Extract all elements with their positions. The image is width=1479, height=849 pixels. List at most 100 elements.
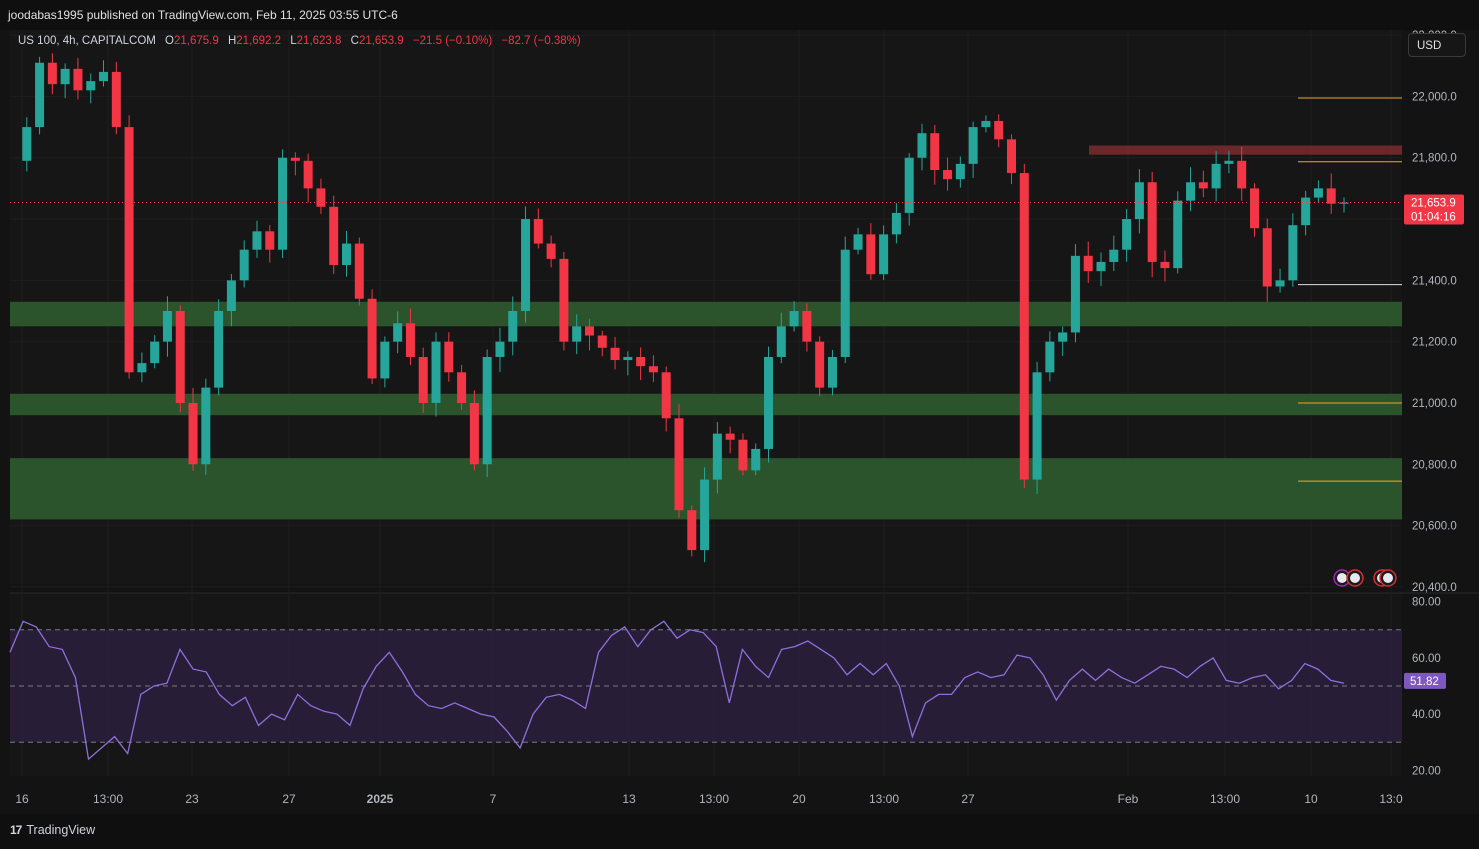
candle-body [60, 68, 70, 85]
rsi-axis-label: 40.00 [1412, 709, 1441, 721]
tradingview-brand[interactable]: 17 TradingView [10, 823, 95, 837]
candle-body [444, 341, 454, 373]
time-axis-label: 10 [1304, 792, 1318, 806]
candle-body [162, 311, 172, 342]
candle-body [226, 280, 236, 311]
time-axis-label: Feb [1118, 792, 1139, 806]
candle-body [712, 433, 722, 480]
price-axis-label: 22,000.0 [1412, 91, 1457, 103]
candle-body [751, 448, 761, 471]
event-flag-icon [1337, 573, 1347, 583]
candle-body [214, 311, 224, 388]
time-axis-label: 20 [792, 792, 806, 806]
candle-body [802, 311, 812, 342]
candle-body [1134, 182, 1144, 220]
candle-body [584, 326, 594, 336]
event-flag-icon [1383, 573, 1393, 583]
candle-body [968, 127, 978, 164]
candle-body [35, 62, 45, 128]
candle-body [840, 249, 850, 357]
low-value: 21,623.8 [296, 35, 342, 47]
candle-body [879, 234, 889, 275]
candle-body [1019, 173, 1029, 480]
candle-body [1096, 261, 1106, 272]
candle-body [636, 356, 646, 367]
candle-body [930, 133, 940, 170]
candle-body [661, 372, 671, 419]
price-axis-label: 20,400.0 [1412, 582, 1457, 594]
candle-body [1186, 182, 1196, 201]
candle-body [994, 120, 1004, 140]
candle-body [1045, 341, 1055, 373]
candle-body [1173, 200, 1183, 269]
candle-body [674, 418, 684, 511]
candle-body [1211, 163, 1221, 189]
time-axis-label: 16 [15, 792, 29, 806]
high-value: 21,692.2 [236, 35, 282, 47]
candle-body [1032, 372, 1042, 480]
candle-body [1109, 249, 1119, 262]
rsi-axis-label: 20.00 [1412, 765, 1441, 777]
candle-body [47, 62, 57, 85]
candle-body [418, 356, 428, 403]
time-axis-label: 13:0 [1379, 792, 1403, 806]
time-axis-label: 7 [490, 792, 497, 806]
candle-body [1058, 332, 1068, 342]
candle-body [482, 356, 492, 465]
change-value-2: −82.7 (−0.38%) [501, 35, 581, 47]
chart-area[interactable]: 20,400.0 20,600.0 20,800.0 21,000.0 21,200.0… [0, 30, 1479, 814]
candle-body [86, 81, 96, 91]
candle-body [252, 231, 262, 250]
candle-body [546, 243, 556, 259]
candle-body [776, 326, 786, 357]
open-label: O [165, 35, 174, 47]
price-axis-label: 21,000.0 [1412, 398, 1457, 410]
time-axis-label: 13:00 [869, 792, 899, 806]
candle-body [175, 311, 185, 403]
published-caption: joodabas1995 published on TradingView.co… [8, 8, 398, 22]
candle-body [1083, 255, 1093, 272]
candle-body [738, 439, 748, 471]
candle-body [891, 212, 901, 235]
time-axis-label: 13:00 [1210, 792, 1240, 806]
candle-body [239, 249, 249, 281]
candle-body [380, 341, 390, 379]
candle-body [700, 479, 710, 551]
candle-body [431, 341, 441, 403]
price-chart[interactable]: 20,400.0 20,600.0 20,800.0 21,000.0 21,200.0… [0, 30, 1479, 814]
candle-body [1237, 160, 1247, 189]
time-axis-label: 13 [622, 792, 636, 806]
candle-body [201, 387, 211, 465]
candle-body [1339, 202, 1349, 204]
candle-body [1198, 182, 1208, 189]
time-axis-label: 27 [961, 792, 975, 806]
support-zone [10, 393, 1402, 416]
candle-body [597, 335, 607, 348]
price-axis-label: 21,200.0 [1412, 337, 1457, 349]
candle-body [1147, 182, 1157, 262]
candle-body [188, 402, 198, 465]
candle-body [342, 243, 351, 266]
candle-body [559, 258, 569, 342]
currency-button[interactable]: USD [1408, 33, 1466, 57]
candle-body [316, 188, 326, 207]
candle-body [917, 133, 927, 158]
candle-body [764, 356, 774, 449]
candle-body [329, 206, 339, 266]
candle-body [866, 234, 876, 275]
candle-body [1249, 188, 1259, 229]
close-label: C [350, 35, 359, 47]
candle-body [367, 298, 377, 379]
candle-body [533, 219, 543, 244]
candle-body [1275, 280, 1285, 287]
candle-body [687, 510, 697, 551]
price-axis-label: 21,800.0 [1412, 153, 1457, 165]
rsi-badge-value: 51.82 [1410, 676, 1439, 688]
candle-body [265, 231, 275, 250]
candle-body [1313, 188, 1323, 198]
candle-body [278, 157, 288, 250]
price-axis-label: 20,800.0 [1412, 459, 1457, 471]
last-price-badge-price: 21,653.9 [1411, 198, 1456, 210]
candle-body [354, 243, 364, 299]
candle-body [853, 234, 863, 250]
